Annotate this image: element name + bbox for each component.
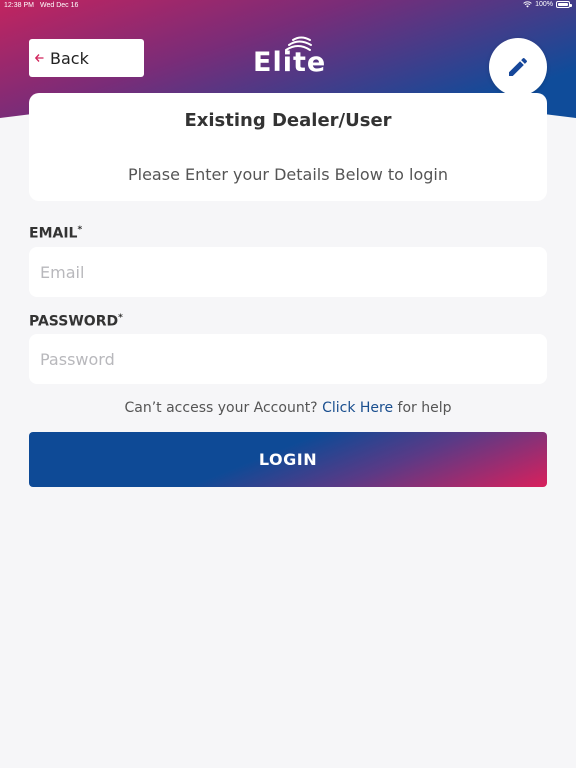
elite-logo: Elite [250, 36, 330, 80]
status-bar: 12:38 PM Wed Dec 16 100% [0, 0, 576, 12]
login-button[interactable]: LOGIN [29, 432, 547, 487]
email-label-text: EMAIL [29, 225, 78, 242]
status-indicators: 100% [523, 1, 572, 8]
help-prefix: Can’t access your Account? [124, 400, 318, 416]
edit-button[interactable] [489, 38, 547, 96]
status-date: Wed Dec 16 [40, 2, 79, 9]
password-input[interactable] [29, 334, 547, 384]
password-label-text: PASSWORD [29, 313, 119, 330]
battery-percent: 100% [535, 1, 553, 8]
required-mark: * [77, 225, 83, 235]
help-suffix: for help [397, 400, 452, 416]
wifi-icon [523, 1, 532, 8]
required-mark: * [118, 313, 123, 323]
email-label: EMAIL* [29, 225, 82, 242]
password-label: PASSWORD* [29, 313, 123, 330]
page-subtitle: Please Enter your Details Below to login [127, 165, 448, 184]
email-input[interactable] [29, 247, 547, 297]
battery-icon [556, 1, 572, 8]
click-here-link[interactable]: Click Here [322, 400, 393, 416]
page-title: Existing Dealer/User [184, 110, 392, 131]
login-info-card: Existing Dealer/User Please Enter your D… [29, 93, 547, 201]
logo-text: Elite [253, 47, 327, 78]
back-label: Back [50, 48, 89, 68]
arrow-left-icon [34, 52, 47, 65]
status-time: 12:38 PM [4, 2, 34, 9]
back-button[interactable]: Back [29, 39, 144, 77]
account-help-text: Can’t access your Account? Click Here fo… [0, 400, 576, 416]
pencil-icon [509, 57, 528, 76]
